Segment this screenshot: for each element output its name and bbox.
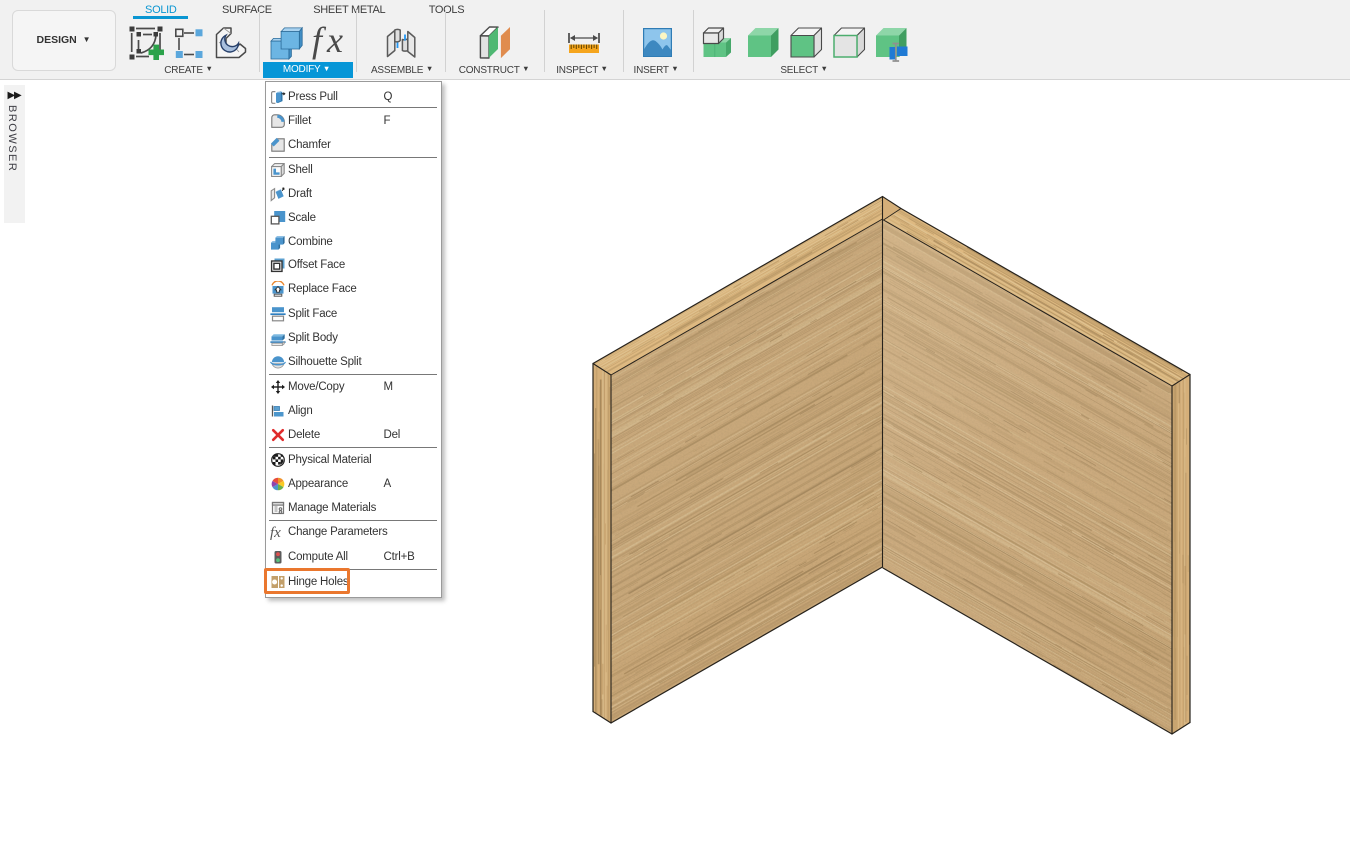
svg-text:fx: fx — [270, 525, 281, 540]
